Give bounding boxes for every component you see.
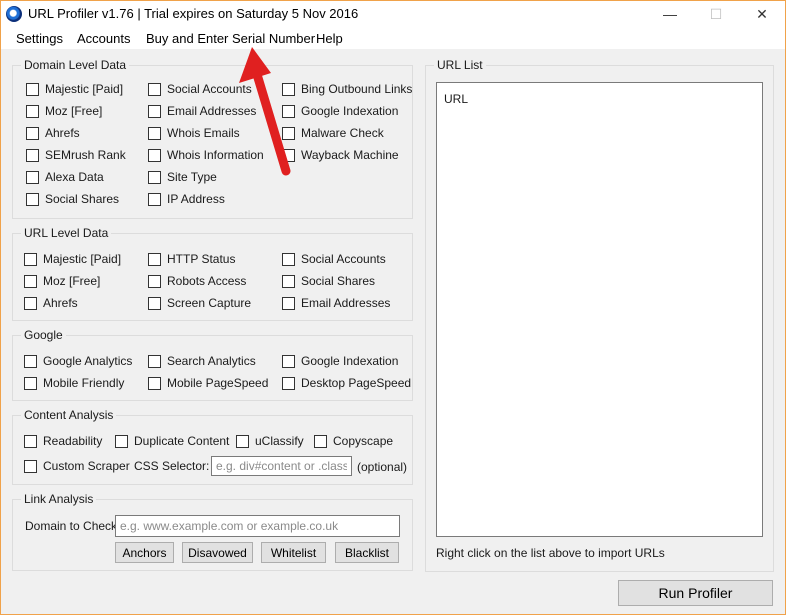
url-list-header: URL [444, 92, 469, 106]
link-analysis-title: Link Analysis [21, 492, 97, 506]
url-level-title: URL Level Data [21, 226, 112, 240]
css-selector-label: CSS Selector: [134, 459, 210, 473]
checkbox-search-analytics[interactable]: Search Analytics [148, 354, 256, 368]
checkbox-google-indexation[interactable]: Google Indexation [282, 354, 398, 368]
checkbox-domain-site-type[interactable]: Site Type [148, 170, 217, 184]
checkbox-url-moz[interactable]: Moz [Free] [24, 274, 100, 288]
menu-bar: Settings Accounts Buy and Enter Serial N… [1, 27, 785, 49]
checkbox-domain-malware-check[interactable]: Malware Check [282, 126, 384, 140]
checkbox-url-screen-capture[interactable]: Screen Capture [148, 296, 251, 310]
maximize-button[interactable]: ☐ [693, 1, 739, 27]
checkbox-domain-bing-outbound[interactable]: Bing Outbound Links [282, 82, 412, 96]
checkbox-desktop-pagespeed[interactable]: Desktop PageSpeed [282, 376, 411, 390]
checkbox-domain-ip-address[interactable]: IP Address [148, 192, 225, 206]
checkbox-domain-majestic[interactable]: Majestic [Paid] [26, 82, 123, 96]
checkbox-url-http-status[interactable]: HTTP Status [148, 252, 235, 266]
checkbox-mobile-pagespeed[interactable]: Mobile PageSpeed [148, 376, 268, 390]
anchors-button[interactable]: Anchors [115, 542, 174, 563]
checkbox-uclassify[interactable]: uClassify [236, 434, 304, 448]
app-window: URL Profiler v1.76 | Trial expires on Sa… [0, 0, 786, 615]
checkbox-url-social-accounts[interactable]: Social Accounts [282, 252, 386, 266]
title-bar: URL Profiler v1.76 | Trial expires on Sa… [1, 1, 785, 27]
checkbox-domain-email-addresses[interactable]: Email Addresses [148, 104, 256, 118]
checkbox-mobile-friendly[interactable]: Mobile Friendly [24, 376, 124, 390]
url-list-title: URL List [434, 58, 486, 72]
minimize-button[interactable]: — [647, 1, 693, 27]
checkbox-google-analytics[interactable]: Google Analytics [24, 354, 132, 368]
whitelist-button[interactable]: Whitelist [261, 542, 326, 563]
checkbox-url-robots-access[interactable]: Robots Access [148, 274, 246, 288]
checkbox-domain-alexa[interactable]: Alexa Data [26, 170, 104, 184]
url-list-box[interactable]: URL [436, 82, 763, 537]
url-list-hint: Right click on the list above to import … [436, 546, 665, 560]
checkbox-url-majestic[interactable]: Majestic [Paid] [24, 252, 121, 266]
menu-help[interactable]: Help [316, 31, 343, 46]
checkbox-url-social-shares[interactable]: Social Shares [282, 274, 375, 288]
google-group: Google [12, 328, 413, 401]
disavowed-button[interactable]: Disavowed [182, 542, 253, 563]
menu-buy-serial[interactable]: Buy and Enter Serial Number [146, 31, 315, 46]
close-button[interactable]: ✕ [739, 1, 785, 27]
window-title: URL Profiler v1.76 | Trial expires on Sa… [28, 6, 359, 21]
domain-to-check-input[interactable] [115, 515, 400, 537]
checkbox-custom-scraper[interactable]: Custom Scraper [24, 459, 130, 473]
checkbox-copyscape[interactable]: Copyscape [314, 434, 393, 448]
checkbox-duplicate-content[interactable]: Duplicate Content [115, 434, 229, 448]
checkbox-domain-wayback[interactable]: Wayback Machine [282, 148, 399, 162]
checkbox-domain-social-shares[interactable]: Social Shares [26, 192, 119, 206]
app-logo-icon [6, 6, 22, 22]
checkbox-domain-ahrefs[interactable]: Ahrefs [26, 126, 80, 140]
domain-to-check-label: Domain to Check: [25, 519, 121, 533]
checkbox-domain-social-accounts[interactable]: Social Accounts [148, 82, 252, 96]
checkbox-url-ahrefs[interactable]: Ahrefs [24, 296, 78, 310]
checkbox-url-email-addresses[interactable]: Email Addresses [282, 296, 390, 310]
checkbox-domain-whois-emails[interactable]: Whois Emails [148, 126, 240, 140]
google-title: Google [21, 328, 66, 342]
menu-accounts[interactable]: Accounts [77, 31, 130, 46]
content-analysis-title: Content Analysis [21, 408, 117, 422]
menu-settings[interactable]: Settings [16, 31, 63, 46]
domain-level-title: Domain Level Data [21, 58, 130, 72]
checkbox-domain-whois-info[interactable]: Whois Information [148, 148, 264, 162]
checkbox-domain-semrush[interactable]: SEMrush Rank [26, 148, 126, 162]
checkbox-domain-google-indexation[interactable]: Google Indexation [282, 104, 398, 118]
optional-label: (optional) [357, 460, 408, 474]
checkbox-domain-moz[interactable]: Moz [Free] [26, 104, 102, 118]
checkbox-readability[interactable]: Readability [24, 434, 102, 448]
blacklist-button[interactable]: Blacklist [335, 542, 399, 563]
run-profiler-button[interactable]: Run Profiler [618, 580, 773, 606]
css-selector-input[interactable] [211, 456, 352, 476]
